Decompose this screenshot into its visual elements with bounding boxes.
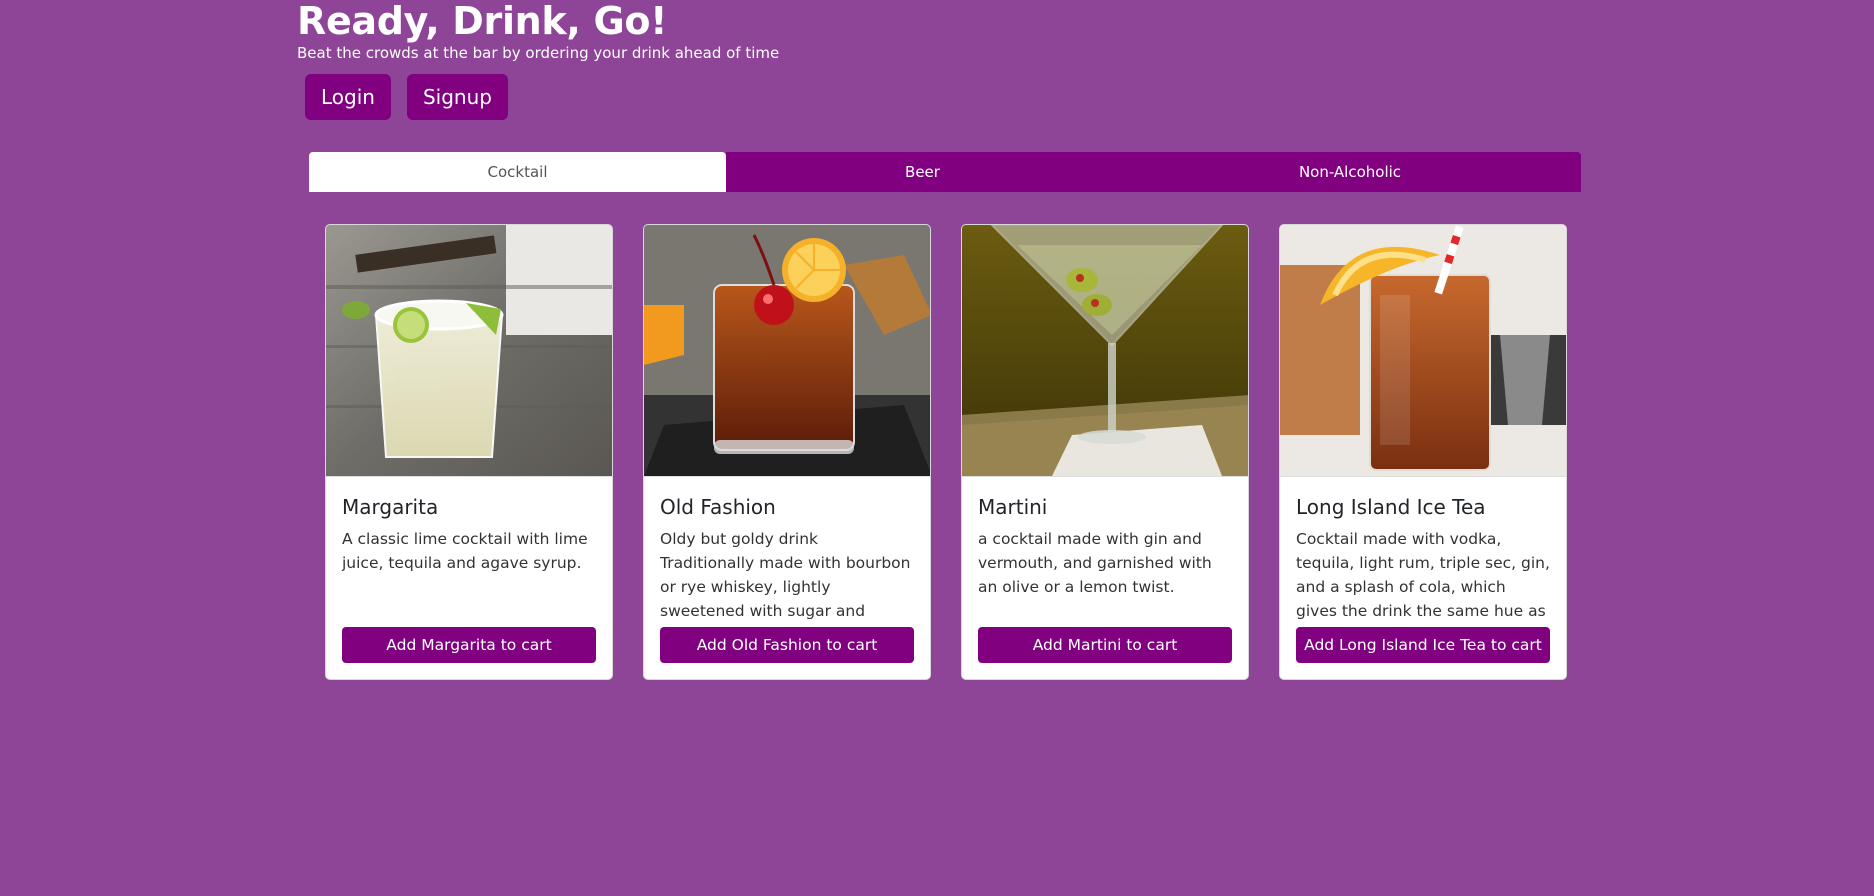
drink-description: A classic lime cocktail with lime juice,… — [342, 530, 588, 572]
margarita-photo — [326, 225, 612, 477]
martini-photo — [962, 225, 1248, 477]
add-martini-to-cart-button[interactable]: Add Martini to cart — [978, 627, 1232, 663]
drink-category-tabs: Cocktail Beer Non-Alcoholic — [309, 152, 1581, 192]
add-old-fashion-to-cart-button[interactable]: Add Old Fashion to cart — [660, 627, 914, 663]
drink-card-long-island-ice-tea: Long Island Ice Tea Cocktail made with v… — [1279, 224, 1567, 680]
long-island-photo — [1280, 225, 1566, 477]
drink-card-old-fashion: Old Fashion Oldy but goldy drink Traditi… — [643, 224, 931, 680]
tab-cocktail[interactable]: Cocktail — [309, 152, 726, 192]
old-fashion-photo — [644, 225, 930, 477]
drink-card-margarita: Margarita A classic lime cocktail with l… — [325, 224, 613, 680]
drink-name: Martini — [978, 495, 1048, 519]
add-long-island-ice-tea-to-cart-button[interactable]: Add Long Island Ice Tea to cart — [1296, 627, 1550, 663]
drink-card-martini: Martini a cocktail made with gin and ver… — [961, 224, 1249, 680]
site-title: Ready, Drink, Go! — [297, 0, 668, 43]
add-margarita-to-cart-button[interactable]: Add Margarita to cart — [342, 627, 596, 663]
drink-name: Old Fashion — [660, 495, 776, 519]
signup-button[interactable]: Signup — [406, 74, 508, 120]
site-tagline: Beat the crowds at the bar by ordering y… — [297, 44, 780, 62]
tab-beer[interactable]: Beer — [726, 152, 1119, 192]
drink-description: a cocktail made with gin and vermouth, a… — [978, 530, 1212, 596]
site-header: Ready, Drink, Go! Beat the crowds at the… — [297, 0, 779, 62]
tab-non-alcoholic[interactable]: Non-Alcoholic — [1119, 152, 1581, 192]
drink-name: Long Island Ice Tea — [1296, 495, 1486, 519]
login-button[interactable]: Login — [305, 74, 391, 120]
auth-bar: Login Signup — [305, 74, 508, 120]
drink-card-list: Margarita A classic lime cocktail with l… — [325, 224, 1567, 680]
drink-name: Margarita — [342, 495, 439, 519]
